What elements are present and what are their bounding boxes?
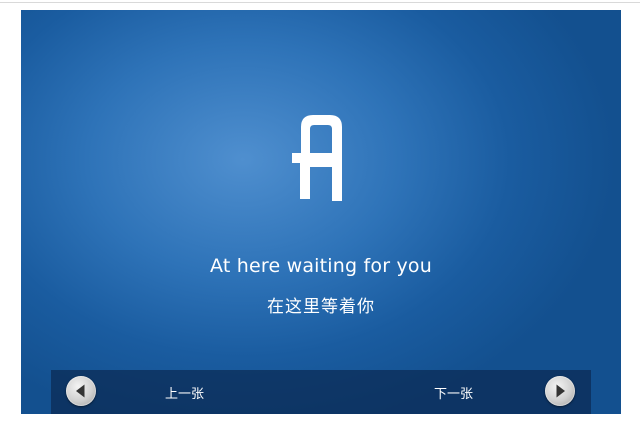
current-slide: At here waiting for you 在这里等着你 bbox=[21, 10, 621, 414]
next-label[interactable]: 下一张 bbox=[434, 383, 473, 402]
slide-caption-english: At here waiting for you bbox=[209, 255, 432, 277]
arrow-left-icon bbox=[76, 384, 85, 398]
arrow-right-icon bbox=[556, 384, 565, 398]
previous-label[interactable]: 上一张 bbox=[165, 383, 204, 402]
top-divider bbox=[0, 2, 640, 3]
logo-a-icon bbox=[292, 115, 342, 201]
slide-caption-chinese: 在这里等着你 bbox=[267, 297, 375, 317]
next-button[interactable] bbox=[545, 376, 575, 406]
previous-button[interactable] bbox=[66, 376, 96, 406]
image-slider: At here waiting for you 在这里等着你 上一张 下一张 bbox=[21, 10, 621, 414]
slider-navigation-bar: 上一张 下一张 bbox=[51, 370, 591, 414]
page: At here waiting for you 在这里等着你 上一张 下一张 bbox=[0, 0, 640, 425]
